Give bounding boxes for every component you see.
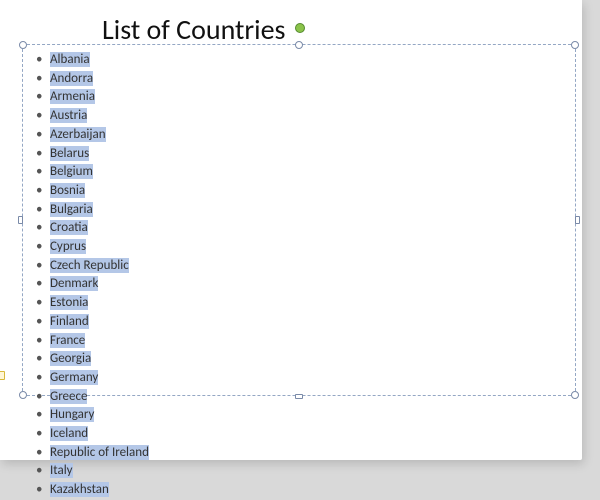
bullet-icon: • xyxy=(36,182,50,201)
bullet-icon: • xyxy=(36,70,50,89)
country-label[interactable]: Armenia xyxy=(50,89,95,104)
slide-title[interactable]: List of Countries xyxy=(102,12,286,47)
bullet-icon: • xyxy=(36,369,50,388)
country-label[interactable]: Hungary xyxy=(50,407,94,422)
country-label[interactable]: Italy xyxy=(50,463,73,478)
bullet-icon: • xyxy=(36,444,50,463)
bullet-icon: • xyxy=(36,294,50,313)
list-item[interactable]: •Bosnia xyxy=(36,182,149,201)
list-item[interactable]: •Albania xyxy=(36,51,149,70)
bullet-icon: • xyxy=(36,388,50,407)
bullet-icon: • xyxy=(36,406,50,425)
list-item[interactable]: •Estonia xyxy=(36,294,149,313)
bullet-icon: • xyxy=(36,201,50,220)
list-item[interactable]: •Bulgaria xyxy=(36,201,149,220)
list-item[interactable]: •Armenia xyxy=(36,88,149,107)
country-label[interactable]: Belarus xyxy=(50,146,89,161)
list-item[interactable]: •Cyprus xyxy=(36,238,149,257)
country-label[interactable]: Czech Republic xyxy=(50,258,129,273)
country-label[interactable]: Kazakhstan xyxy=(50,482,109,497)
country-label[interactable]: Belgium xyxy=(50,164,93,179)
resize-handle-n[interactable] xyxy=(295,41,303,49)
rotation-handle-icon[interactable] xyxy=(295,23,305,33)
list-item[interactable]: •Andorra xyxy=(36,70,149,89)
resize-handle-ne[interactable] xyxy=(571,41,579,49)
list-item[interactable]: •Denmark xyxy=(36,275,149,294)
bullet-icon: • xyxy=(36,163,50,182)
list-item[interactable]: •Hungary xyxy=(36,406,149,425)
bullet-icon: • xyxy=(36,145,50,164)
bullet-icon: • xyxy=(36,425,50,444)
bullet-icon: • xyxy=(36,332,50,351)
smart-tag-icon[interactable] xyxy=(0,371,5,380)
country-label[interactable]: Denmark xyxy=(50,276,98,291)
resize-handle-w[interactable] xyxy=(18,216,23,224)
list-item[interactable]: •Kazakhstan xyxy=(36,481,149,500)
country-label[interactable]: Greece xyxy=(50,389,87,404)
bullet-icon: • xyxy=(36,350,50,369)
list-item[interactable]: •Finland xyxy=(36,313,149,332)
country-label[interactable]: Finland xyxy=(50,314,89,329)
country-label[interactable]: France xyxy=(50,333,85,348)
resize-handle-e[interactable] xyxy=(575,216,580,224)
list-item[interactable]: •Iceland xyxy=(36,425,149,444)
bullet-icon: • xyxy=(36,257,50,276)
list-item[interactable]: •Republic of Ireland xyxy=(36,444,149,463)
bullet-icon: • xyxy=(36,88,50,107)
resize-handle-se[interactable] xyxy=(571,391,579,399)
list-item[interactable]: •Czech Republic xyxy=(36,257,149,276)
bullet-icon: • xyxy=(36,126,50,145)
country-label[interactable]: Croatia xyxy=(50,220,88,235)
country-label[interactable]: Azerbaijan xyxy=(50,127,106,142)
resize-handle-s[interactable] xyxy=(295,394,303,399)
country-label[interactable]: Bosnia xyxy=(50,183,85,198)
country-label[interactable]: Republic of Ireland xyxy=(50,445,149,460)
list-item[interactable]: •Greece xyxy=(36,388,149,407)
country-label[interactable]: Germany xyxy=(50,370,98,385)
country-label[interactable]: Cyprus xyxy=(50,239,86,254)
list-item[interactable]: •Croatia xyxy=(36,219,149,238)
list-item[interactable]: •Germany xyxy=(36,369,149,388)
bullet-icon: • xyxy=(36,107,50,126)
bullet-icon: • xyxy=(36,481,50,500)
bullet-icon: • xyxy=(36,51,50,70)
bullet-icon: • xyxy=(36,219,50,238)
resize-handle-sw[interactable] xyxy=(19,391,27,399)
bullet-icon: • xyxy=(36,462,50,481)
country-label[interactable]: Georgia xyxy=(50,351,91,366)
country-label[interactable]: Estonia xyxy=(50,295,88,310)
country-label[interactable]: Iceland xyxy=(50,426,88,441)
list-item[interactable]: •Georgia xyxy=(36,350,149,369)
list-item[interactable]: •Italy xyxy=(36,462,149,481)
list-item[interactable]: •Azerbaijan xyxy=(36,126,149,145)
bullet-icon: • xyxy=(36,238,50,257)
country-list[interactable]: •Albania•Andorra•Armenia•Austria•Azerbai… xyxy=(36,51,149,500)
country-label[interactable]: Bulgaria xyxy=(50,202,93,217)
list-item[interactable]: •Belarus xyxy=(36,145,149,164)
country-label[interactable]: Albania xyxy=(50,52,90,67)
list-item[interactable]: •Belgium xyxy=(36,163,149,182)
bullet-icon: • xyxy=(36,275,50,294)
resize-handle-nw[interactable] xyxy=(19,41,27,49)
country-label[interactable]: Austria xyxy=(50,108,87,123)
list-item[interactable]: •France xyxy=(36,332,149,351)
bullet-icon: • xyxy=(36,313,50,332)
country-label[interactable]: Andorra xyxy=(50,71,93,86)
list-item[interactable]: •Austria xyxy=(36,107,149,126)
